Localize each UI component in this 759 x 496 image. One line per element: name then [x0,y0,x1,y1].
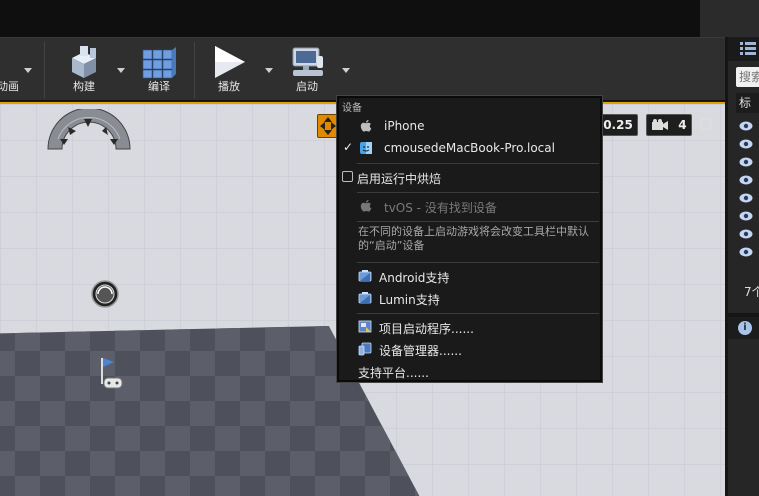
details-tab[interactable]: i [728,317,759,339]
animation-button[interactable]: 动画 [0,38,26,100]
menu-separator [357,313,599,314]
apple-icon [360,120,372,132]
outliner-row[interactable] [736,171,759,189]
outliner-actor-count: 7个 [744,285,759,299]
project-launcher-item[interactable]: 项目启动程序...... [339,317,600,337]
launch-device-description: 在不同的设备上启动游戏将会改变工具栏中默认的“启动”设备 [358,225,589,252]
move-tool-button[interactable] [317,114,339,138]
play-button[interactable]: 播放 [204,38,254,100]
animation-label: 动画 [0,80,19,93]
details-info-icon: i [738,321,752,335]
world-outliner-panel: 标 7个 i [725,37,759,496]
outliner-tab[interactable] [728,37,759,61]
light-source-gizmo-icon[interactable] [46,109,132,153]
visibility-eye-icon[interactable] [739,139,753,149]
tvos-label: tvOS - 没有找到设备 [384,201,497,215]
device-item-iphone[interactable]: iPhone [339,116,600,136]
project-launcher-icon [358,320,372,333]
outliner-row[interactable] [736,189,759,207]
outliner-row[interactable] [736,207,759,225]
compile-button[interactable]: 编译 [134,38,184,100]
action-label: 支持平台...... [358,366,429,380]
main-toolbar: 动画 构建 编译 播放 启动 [0,37,725,101]
camera-speed-value: 4 [678,118,687,132]
grid-snap-value-button[interactable]: 0.25 [598,114,638,136]
cook-on-the-fly-checkbox[interactable] [342,171,353,182]
toolbar-separator [44,42,45,98]
cook-on-the-fly-label: 启用运行中烘焙 [357,172,442,186]
visibility-eye-icon[interactable] [739,175,753,185]
outliner-list-icon [740,42,756,55]
menu-separator [357,262,599,263]
grid-snap-value: 0.25 [603,118,633,132]
platform-support-icon [358,292,372,304]
title-strip-right [700,0,759,37]
build-icon [72,46,96,78]
visibility-eye-icon[interactable] [739,247,753,257]
menu-separator [357,221,599,222]
play-label: 播放 [218,80,240,93]
build-dropdown-arrow[interactable] [117,68,125,73]
action-label: 设备管理器...... [379,344,462,358]
device-manager-icon [358,342,372,356]
outliner-row[interactable] [736,117,759,135]
launch-icon [292,47,323,76]
play-icon [215,46,245,78]
platform-item-lumin[interactable]: Lumin支持 [339,288,600,308]
enable-cook-on-the-fly-option[interactable]: 启用运行中烘焙 [339,167,600,187]
platform-item-android[interactable]: Android支持 [339,266,600,286]
platform-support-icon [358,270,372,282]
visibility-eye-icon[interactable] [739,121,753,131]
launch-dropdown-arrow[interactable] [342,68,350,73]
device-label: cmousedeMacBook-Pro.local [384,141,555,155]
platform-label: Lumin支持 [379,293,440,307]
outliner-row[interactable] [736,225,759,243]
outliner-column-header[interactable]: 标 [736,93,759,113]
checkmark-icon: ✓ [343,140,354,154]
device-item-tvos: tvOS - 没有找到设备 [339,196,600,216]
outliner-row[interactable] [736,153,759,171]
animation-icon [0,44,20,80]
menu-separator [357,192,599,193]
action-label: 项目启动程序...... [379,322,474,336]
launch-button[interactable]: 启动 [282,38,332,100]
device-label: iPhone [384,119,425,133]
maximize-viewport-button[interactable] [700,118,712,130]
visibility-eye-icon[interactable] [739,193,753,203]
visibility-eye-icon[interactable] [739,229,753,239]
launch-options-menu: 设备 iPhone ✓ cmousedeMacBook-Pro.local 启用… [337,96,602,382]
tab-bar [0,0,700,37]
mac-finder-icon [360,142,372,154]
camera-speed-button[interactable]: 4 [646,114,692,136]
supported-platforms-item[interactable]: 支持平台...... [339,361,600,381]
compile-label: 编译 [148,80,170,93]
devices-section-heading: 设备 [342,103,362,114]
platform-label: Android支持 [379,271,450,285]
reflection-capture-icon[interactable] [90,279,120,309]
build-button[interactable]: 构建 [60,38,108,100]
compile-icon [142,47,176,79]
device-item-macbook[interactable]: ✓ cmousedeMacBook-Pro.local [339,138,600,158]
camera-icon [652,119,669,130]
outliner-search-input[interactable] [736,67,759,87]
player-start-icon[interactable] [94,354,124,394]
menu-separator [357,163,599,164]
outliner-row[interactable] [736,243,759,261]
build-label: 构建 [73,80,95,93]
apple-icon [360,200,372,212]
move-arrows-icon [320,117,336,135]
title-strip [0,0,759,37]
outliner-row[interactable] [736,135,759,153]
visibility-eye-icon[interactable] [739,157,753,167]
toolbar-separator [194,42,195,98]
visibility-eye-icon[interactable] [739,211,753,221]
play-dropdown-arrow[interactable] [265,68,273,73]
device-manager-item[interactable]: 设备管理器...... [339,339,600,359]
animation-dropdown-arrow[interactable] [24,68,32,73]
launch-label: 启动 [296,80,318,93]
